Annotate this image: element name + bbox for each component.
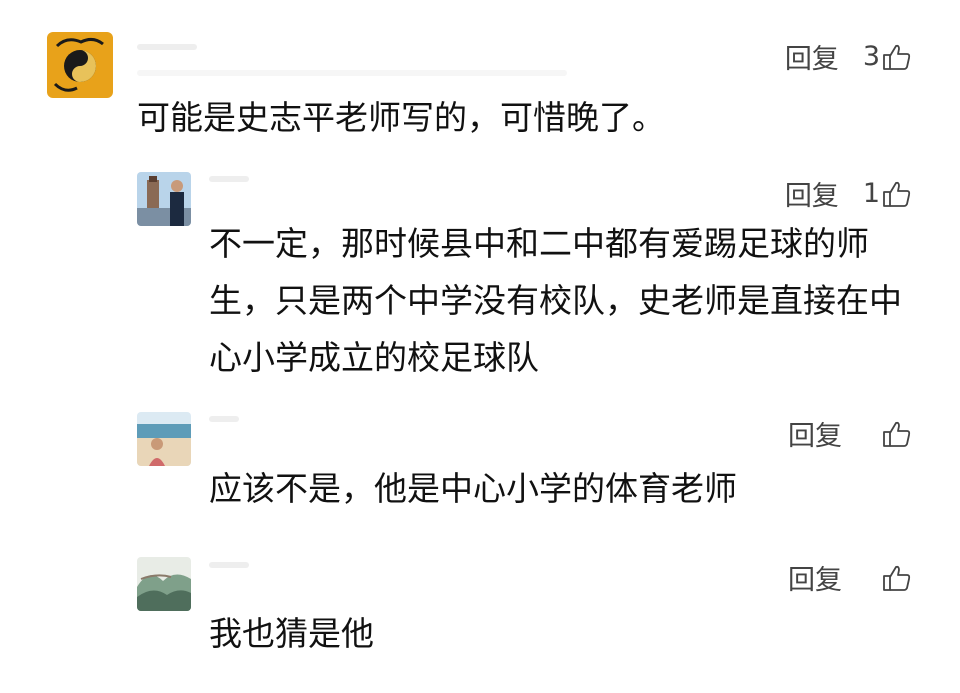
- avatar[interactable]: [137, 412, 191, 466]
- comment-actions: 回复: [788, 414, 912, 453]
- landscape-painting-icon: [137, 557, 191, 611]
- comment-actions: 回复 3: [785, 37, 912, 76]
- taiji-logo-icon: [47, 32, 113, 98]
- username-placeholder: [137, 44, 197, 50]
- thumbs-up-icon[interactable]: [882, 42, 912, 72]
- reply-button[interactable]: 回复: [788, 558, 842, 597]
- avatar[interactable]: [47, 32, 113, 98]
- comment-text: 不一定，那时候县中和二中都有爱踢足球的师生，只是两个中学没有校队，史老师是直接在…: [209, 224, 902, 377]
- reply-button[interactable]: 回复: [785, 174, 839, 213]
- like-count: 1: [862, 178, 880, 209]
- thumbs-up-icon[interactable]: [882, 179, 912, 209]
- comment-text: 应该不是，他是中心小学的体育老师: [209, 469, 737, 508]
- thumbs-up-icon[interactable]: [882, 563, 912, 593]
- user-photo-icon: [137, 412, 191, 466]
- user-photo-icon: [137, 172, 191, 226]
- reply-button[interactable]: 回复: [785, 37, 839, 76]
- thumbs-up-icon[interactable]: [882, 419, 912, 449]
- comment-text: 我也猜是他: [209, 614, 374, 653]
- comment-actions: 回复: [788, 558, 912, 597]
- avatar[interactable]: [137, 172, 191, 226]
- username-placeholder: [209, 416, 239, 422]
- reply-button[interactable]: 回复: [788, 414, 842, 453]
- comment-actions: 回复 1: [785, 174, 912, 213]
- avatar[interactable]: [137, 557, 191, 611]
- like-count: 3: [862, 41, 880, 72]
- username-placeholder: [209, 176, 249, 182]
- username-placeholder: [137, 70, 567, 76]
- username-placeholder: [209, 562, 249, 568]
- comment-text: 可能是史志平老师写的，可惜晚了。: [137, 98, 665, 137]
